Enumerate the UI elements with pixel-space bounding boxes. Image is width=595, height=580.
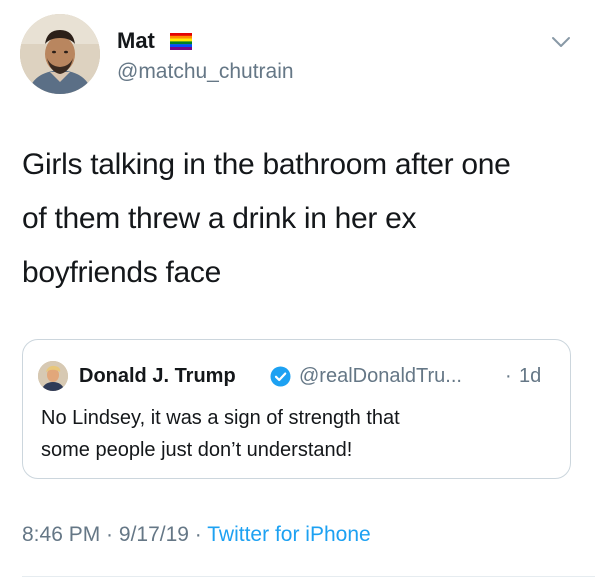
author-display-name[interactable]: Mat — [117, 28, 155, 54]
author-handle[interactable]: @matchu_chutrain — [117, 60, 294, 84]
quoted-text-line: No Lindsey, it was a sign of strength th… — [41, 407, 400, 429]
quoted-tweet[interactable]: Donald J. Trump @realDonaldTru... · 1d N… — [22, 339, 571, 479]
avatar-portrait-icon — [38, 361, 68, 391]
tweet-text: Girls talking in the bathroom after one … — [22, 138, 582, 300]
quoted-timestamp: 1d — [519, 365, 542, 387]
divider — [22, 576, 595, 577]
tweet-date[interactable]: 9/17/19 — [119, 523, 189, 546]
quoted-handle: @realDonaldTru... — [299, 365, 462, 387]
avatar-portrait-icon — [20, 14, 100, 94]
tweet-card: Mat @matchu_chutrain Girls talking in th… — [0, 0, 595, 580]
rainbow-flag-icon — [170, 33, 192, 50]
quoted-display-name: Donald J. Trump — [79, 365, 236, 387]
tweet-text-line: Girls talking in the bathroom after one — [22, 148, 511, 181]
quoted-text: No Lindsey, it was a sign of strength th… — [41, 402, 561, 466]
verified-badge-icon — [270, 366, 291, 387]
tweet-time[interactable]: 8:46 PM — [22, 523, 100, 546]
tweet-meta: 8:46 PM · 9/17/19 · Twitter for iPhone — [22, 523, 371, 547]
author-avatar[interactable] — [20, 14, 100, 94]
meta-separator: · — [188, 523, 208, 546]
quoted-separator: · — [505, 365, 512, 387]
tweet-text-line: of them threw a drink in her ex — [22, 202, 417, 235]
quoted-author-avatar — [38, 361, 68, 391]
quoted-text-line: some people just don’t understand! — [41, 439, 353, 461]
tweet-source-link[interactable]: Twitter for iPhone — [207, 523, 370, 546]
chevron-down-icon[interactable] — [551, 35, 571, 49]
meta-separator: · — [100, 523, 119, 546]
tweet-text-line: boyfriends face — [22, 256, 221, 289]
